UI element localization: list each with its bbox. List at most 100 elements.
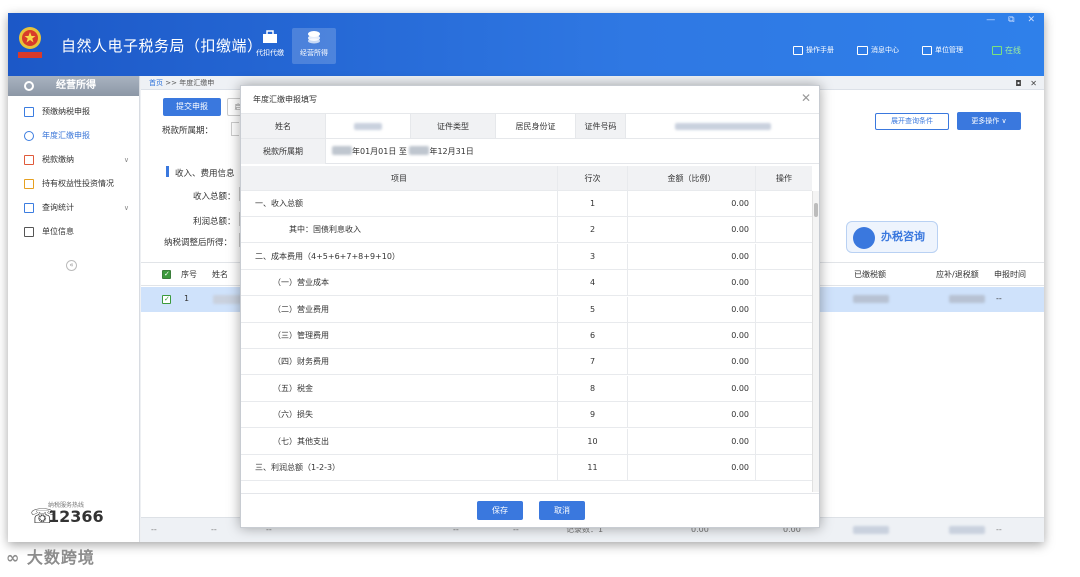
manual-link[interactable]: 操作手册	[793, 45, 834, 55]
messages-label: 消息中心	[871, 46, 899, 54]
row-line: 3	[558, 243, 628, 269]
table-row[interactable]: （六）损失 9 0.00	[241, 402, 812, 429]
sidebar-item-unit-info[interactable]: 单位信息	[8, 220, 139, 244]
footer-cell: --	[211, 525, 217, 534]
amount-input[interactable]: 0.00	[628, 455, 756, 480]
footer-cell: --	[151, 525, 157, 534]
table-row[interactable]: （二）营业费用 5 0.00	[241, 296, 812, 323]
amount-input[interactable]: 0.00	[628, 323, 756, 348]
period-input[interactable]	[231, 122, 239, 136]
save-button[interactable]: 保存	[477, 501, 523, 520]
table-row[interactable]: （三）管理费用 6 0.00	[241, 323, 812, 349]
sidebar-item-query[interactable]: 查询统计 ∨	[8, 196, 139, 220]
name-value	[326, 114, 411, 139]
chevron-down-icon: ∨	[1001, 117, 1007, 125]
query-icon	[24, 203, 34, 213]
amount-input[interactable]: 0.00	[628, 217, 756, 243]
amount-input[interactable]: 0.00	[628, 375, 756, 401]
scroll-thumb[interactable]	[814, 203, 818, 217]
hotline: ☏ 纳税服务热线 12366	[30, 500, 104, 528]
blurred-paid-total	[853, 526, 889, 534]
amount-input[interactable]: 0.00	[628, 349, 756, 375]
sidebar-item-payment[interactable]: 税款缴纳 ∨	[8, 148, 139, 172]
annual-declaration-dialog: 年度汇缴申报填写 ✕ 姓名 证件类型 居民身份证 证件号码 税款所属期 年01月…	[240, 85, 820, 528]
period-to: 至	[398, 147, 407, 156]
more-operations-button[interactable]: 更多操作 ∨	[957, 112, 1021, 130]
module-label: 代扣代缴	[256, 49, 284, 57]
row-seq: 1	[184, 294, 190, 303]
tax-consult-button[interactable]: 办税咨询	[846, 221, 938, 253]
amount-input[interactable]: 0.00	[628, 402, 756, 428]
table-row[interactable]: 其中：国债利息收入 2 0.00	[241, 217, 812, 244]
sidebar-collapse-button[interactable]: «	[66, 260, 77, 271]
period-start: 年01月01日	[352, 147, 397, 156]
module-withholding[interactable]: 代扣代缴	[248, 28, 292, 64]
row-checkbox[interactable]	[162, 295, 171, 304]
unit-management-link[interactable]: 单位管理	[922, 45, 963, 55]
consult-label: 办税咨询	[881, 230, 925, 243]
close-icon[interactable]: ✕	[801, 91, 811, 105]
row-item: （一）营业成本	[241, 270, 558, 296]
book-icon	[793, 45, 803, 55]
income-total-label: 收入总额：	[193, 192, 236, 202]
table-row[interactable]: 二、成本费用（4+5+6+7+8+9+10） 3 0.00	[241, 243, 812, 270]
row-item: 其中：国债利息收入	[241, 217, 558, 243]
table-row[interactable]: （一）营业成本 4 0.00	[241, 270, 812, 297]
window-controls[interactable]: — ⧉ ✕	[986, 15, 1040, 25]
amount-input[interactable]: 0.00	[628, 270, 756, 296]
annual-icon	[24, 131, 34, 141]
coins-icon	[308, 31, 320, 44]
sidebar-item-label: 单位信息	[42, 227, 74, 236]
sidebar-item-annual[interactable]: 年度汇缴申报	[8, 124, 139, 148]
submit-declaration-button[interactable]: 提交申报	[163, 98, 221, 116]
table-row[interactable]: （七）其他支出 10 0.00	[241, 428, 812, 455]
income-expense-table: 项目 行次 金额（比例） 操作 一、收入总额 1 0.00 其中：国债利息收入 2 0.0…	[241, 166, 812, 492]
tab-controls[interactable]: ◘ ✕	[1015, 77, 1040, 91]
col-name: 姓名	[212, 270, 228, 279]
table-row[interactable]: （四）财务费用 7 0.00	[241, 349, 812, 376]
row-line: 7	[558, 349, 628, 375]
message-center-link[interactable]: 消息中心	[857, 45, 899, 55]
chat-icon	[853, 227, 875, 249]
document-icon	[24, 107, 34, 117]
breadcrumb-home[interactable]: 首页	[149, 79, 163, 87]
sidebar-item-prepay[interactable]: 预缴纳税申报	[8, 100, 139, 124]
section-title: 收入、费用信息	[175, 169, 235, 179]
row-ops	[756, 349, 812, 374]
app-title: 自然人电子税务局（扣缴端）	[61, 37, 263, 55]
module-business-income[interactable]: 经营所得	[292, 28, 336, 64]
adjusted-income-label: 纳税调整后所得：	[164, 238, 233, 248]
row-item: （五）税金	[241, 375, 558, 401]
row-line: 5	[558, 296, 628, 322]
online-status[interactable]: 在线	[992, 45, 1021, 56]
sidebar-header-label: 经营所得	[56, 80, 96, 91]
cancel-button[interactable]: 取消	[539, 501, 585, 520]
sidebar: 经营所得 预缴纳税申报 年度汇缴申报 税款缴纳 ∨ 持有权益性投资情况 查询统计 ∨…	[8, 76, 140, 542]
amount-input[interactable]: 0.00	[628, 191, 756, 216]
row-ops	[756, 191, 812, 216]
sidebar-item-equity[interactable]: 持有权益性投资情况	[8, 172, 139, 196]
id-type-value: 居民身份证	[496, 114, 576, 139]
table-scrollbar[interactable]	[812, 191, 819, 492]
col-seq: 序号	[181, 270, 197, 279]
table-row[interactable]: 一、收入总额 1 0.00	[241, 191, 812, 217]
amount-input[interactable]: 0.00	[628, 296, 756, 322]
tab-annual[interactable]: 年度汇缴申	[179, 79, 214, 87]
building-icon	[922, 45, 932, 55]
table-row[interactable]: （五）税金 8 0.00	[241, 375, 812, 402]
equity-icon	[24, 179, 34, 189]
amount-input[interactable]: 0.00	[628, 243, 756, 269]
row-line: 8	[558, 375, 628, 401]
row-item: 二、成本费用（4+5+6+7+8+9+10）	[241, 243, 558, 269]
col-ops: 操作	[776, 174, 792, 183]
unit-label: 单位管理	[935, 46, 963, 54]
row-ops	[756, 402, 812, 427]
status-label: 在线	[1005, 46, 1021, 55]
expand-query-button[interactable]: 展开查询条件	[875, 113, 949, 130]
manual-label: 操作手册	[806, 46, 834, 54]
select-all-checkbox[interactable]	[162, 270, 171, 279]
list-icon	[24, 227, 34, 237]
row-ops	[756, 297, 812, 322]
amount-input[interactable]: 0.00	[628, 428, 756, 454]
table-row[interactable]: 三、利润总额（1-2-3） 11 0.00	[241, 455, 812, 481]
